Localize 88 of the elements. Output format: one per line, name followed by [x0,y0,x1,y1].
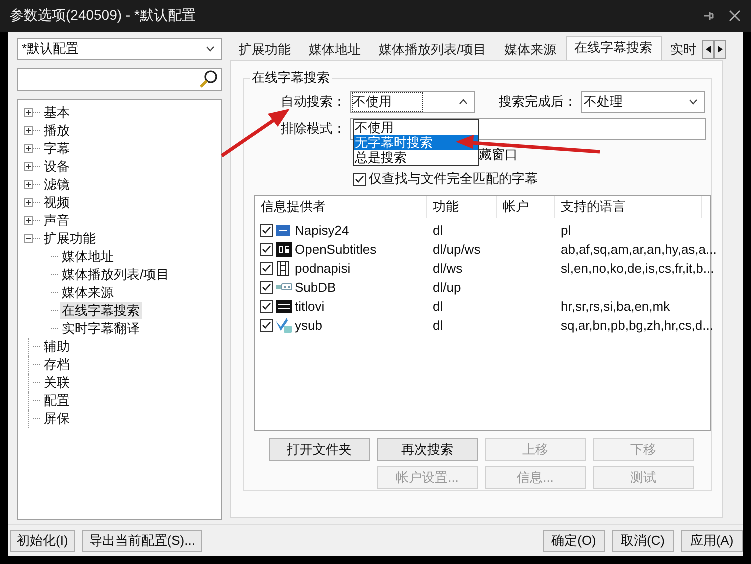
checkbox[interactable] [260,319,273,332]
pin-icon [701,9,715,23]
caret-down-icon [206,46,215,52]
tree-item[interactable]: 关联 [42,374,72,392]
button[interactable]: 初始化(I) [10,530,76,552]
checkbox[interactable] [260,300,273,313]
column-header[interactable]: 支持的语言 [555,196,702,218]
tree-item[interactable]: 字幕 [42,140,72,158]
checkbox[interactable] [353,172,366,186]
tree-item[interactable]: 媒体地址 [60,248,116,266]
check-icon [276,318,292,333]
auto-search-dropdown[interactable]: 不使用 [350,91,475,113]
table-cell-text: sq,ar,bn,pb,bg,zh,hr,cs,d... [560,318,714,333]
table-cell-text: dl [432,299,444,314]
film-icon [276,261,292,276]
search-field[interactable] [17,68,222,91]
table-cell-text: ab,af,sq,am,ar,an,hy,as,a... [560,242,715,257]
tab[interactable]: 实时 [662,39,706,60]
checkbox[interactable] [260,243,273,256]
tree-item[interactable]: 声音 [42,212,72,230]
left-triangle-icon [706,46,710,53]
table-cell-text: dl/up/ws [432,242,482,257]
button[interactable]: 取消(C) [612,530,674,552]
button[interactable]: 导出当前配置(S)... [82,530,202,552]
field-label: 排除模式： [280,120,347,138]
table-cell-text: hr,sr,rs,si,ba,en,mk [560,299,672,314]
group-title: 在线字幕搜索 [251,69,331,87]
tab[interactable]: 媒体地址 [300,39,370,60]
column-header[interactable]: 功能 [427,196,497,218]
table-cell-text: dl [432,223,444,238]
tab[interactable]: 扩展功能 [230,39,300,60]
button[interactable]: 确定(O) [543,530,605,552]
table-cell: SubDB [295,280,336,295]
tree-item[interactable]: 基本 [42,104,72,122]
dropdown-option[interactable]: 不使用 [354,120,478,135]
profile-dropdown[interactable]: *默认配置 [17,38,222,60]
tree-item[interactable]: 视频 [42,194,72,212]
tree-item[interactable]: 存档 [42,356,72,374]
table-cell-text: dl [432,318,444,333]
button[interactable]: 应用(A) [681,530,743,552]
table-cell-text: dl/up [432,280,462,295]
window-title: 参数选项(240509) - *默认配置 [10,7,197,25]
column-header[interactable]: 帐户 [497,196,555,218]
scroll-left-button[interactable] [702,40,714,59]
tree-item[interactable]: 播放 [42,122,72,140]
search-icon [199,69,219,90]
after-search-dropdown[interactable]: 不处理 [581,91,705,113]
caret-up-icon [459,99,468,105]
button[interactable]: 再次搜索 [377,438,478,461]
table-cell-text: sl,en,no,ko,de,is,cs,fr,it,b... [560,261,715,276]
checkbox[interactable] [260,262,273,275]
column-header[interactable]: 信息提供者 [255,196,427,218]
tree-item[interactable]: 屏保 [42,410,72,428]
caret-down-icon [689,99,698,105]
scroll-right-button[interactable] [714,40,726,59]
window-icon [276,223,292,238]
film-strip-icon [276,242,292,257]
field-label: 自动搜索： [280,93,347,111]
checkbox[interactable] [260,224,273,237]
checkbox[interactable] [260,281,273,294]
table-cell: ysub [295,318,322,333]
right-triangle-icon [718,46,722,53]
tree-item[interactable]: 扩展功能 [42,230,98,248]
table-cell: titlovi [295,299,325,314]
tab[interactable]: 媒体播放列表/项目 [370,39,496,60]
dropdown-option[interactable]: 总是搜索 [354,150,478,165]
checkbox-label: 藏窗口 [479,146,518,164]
table-cell: OpenSubtitles [295,242,377,257]
tree-item[interactable]: 在线字幕搜索 [60,302,142,320]
tree-item[interactable]: 设备 [42,158,72,176]
tree-item[interactable]: 配置 [42,392,72,410]
table-cell-text: pl [560,223,572,238]
button[interactable]: 打开文件夹 [269,438,370,461]
table-cell: podnapisi [295,261,351,276]
close-icon [729,10,741,22]
tree-item[interactable]: 媒体来源 [60,284,116,302]
tree-item[interactable]: 实时字幕翻译 [60,320,142,338]
checkbox-label: 仅查找与文件完全匹配的字幕 [369,170,538,188]
tree-item[interactable]: 滤镜 [42,176,72,194]
table-cell: Napisy24 [295,223,350,238]
tree-item[interactable]: 媒体播放列表/项目 [60,266,172,284]
tree-item[interactable]: 辅助 [42,338,72,356]
field-label: 搜索完成后： [499,93,578,111]
dropdown-option[interactable]: 无字幕时搜索 [354,135,478,150]
tab[interactable]: 媒体来源 [496,39,566,60]
tab[interactable]: 在线字幕搜索 [566,36,662,60]
table-cell-text: dl/ws [432,261,464,276]
subtitle-icon [276,299,292,314]
